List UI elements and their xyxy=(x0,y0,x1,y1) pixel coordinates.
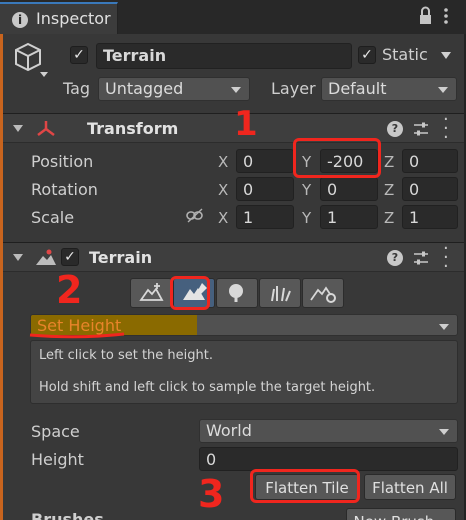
transform-icon xyxy=(37,121,55,136)
paint-details-button[interactable] xyxy=(259,278,301,308)
active-checkbox[interactable]: ✓ xyxy=(70,46,88,64)
tab-label: Inspector xyxy=(36,9,111,28)
terrain-settings-icon xyxy=(310,286,336,303)
chevron-down-icon xyxy=(439,429,449,435)
preset-icon[interactable] xyxy=(413,250,429,266)
transform-title: Transform xyxy=(87,119,179,138)
position-z-field[interactable]: 0 xyxy=(402,149,458,173)
annotation-number-2: 2 xyxy=(56,268,83,312)
rotation-x-field[interactable]: 0 xyxy=(236,177,294,201)
tab-bar: i Inspector xyxy=(0,0,466,34)
terrain-component-icon xyxy=(36,249,56,265)
new-brush-button[interactable]: New Brush... xyxy=(346,508,456,520)
height-field[interactable]: 0 xyxy=(199,447,458,471)
scale-x-label: X xyxy=(218,209,229,227)
selection-stripe xyxy=(0,34,3,520)
chevron-down-icon xyxy=(438,87,448,93)
annotation-underline xyxy=(29,332,125,339)
scale-z-field[interactable]: 1 xyxy=(402,205,458,229)
tab-inspector[interactable]: i Inspector xyxy=(0,2,118,34)
terrain-enabled-checkbox[interactable]: ✓ xyxy=(61,248,79,266)
grass-icon xyxy=(271,286,291,302)
component-menu-icon[interactable]: · · · xyxy=(443,240,449,276)
space-value: World xyxy=(206,421,252,440)
rotation-y-label: Y xyxy=(302,181,312,199)
create-neighbor-terrains-button[interactable] xyxy=(130,278,172,308)
rotation-label: Rotation xyxy=(31,180,98,199)
position-x-label: X xyxy=(218,153,229,171)
terrain-settings-button[interactable] xyxy=(302,278,344,308)
chevron-down-icon xyxy=(231,87,241,93)
annotation-box-flatten-tile xyxy=(250,469,360,503)
tree-icon xyxy=(229,284,243,302)
component-menu-icon[interactable]: · · · xyxy=(443,111,449,147)
info-icon: i xyxy=(12,12,28,28)
tag-label: Tag xyxy=(63,79,91,98)
link-icon[interactable] xyxy=(186,208,204,224)
brushes-label: Brushes xyxy=(31,510,104,520)
terrain-add-icon xyxy=(139,283,164,301)
preset-icon[interactable] xyxy=(413,121,429,137)
help-line-2: Hold shift and left click to sample the … xyxy=(39,380,376,395)
gameobject-cube-icon[interactable] xyxy=(14,40,52,84)
rotation-x-label: X xyxy=(218,181,229,199)
rotation-z-label: Z xyxy=(384,181,395,199)
tool-help-box: Left click to set the height. Hold shift… xyxy=(30,340,458,404)
annotation-number-1: 1 xyxy=(234,104,258,144)
rotation-y-field[interactable]: 0 xyxy=(320,177,378,201)
position-x-field[interactable]: 0 xyxy=(236,149,294,173)
chevron-down-icon xyxy=(439,324,449,330)
static-dropdown-arrow[interactable] xyxy=(441,52,451,59)
layer-value: Default xyxy=(328,79,387,98)
scale-label: Scale xyxy=(31,208,75,227)
terrain-title: Terrain xyxy=(89,248,153,267)
help-icon[interactable]: ? xyxy=(387,250,403,266)
object-name-field[interactable]: Terrain xyxy=(96,43,352,69)
annotation-box-position-y xyxy=(293,138,381,178)
space-label: Space xyxy=(31,422,80,441)
lock-icon[interactable] xyxy=(418,6,458,26)
position-label: Position xyxy=(31,152,94,171)
scale-y-label: Y xyxy=(302,209,312,227)
scale-z-label: Z xyxy=(384,209,395,227)
scale-x-field[interactable]: 1 xyxy=(236,205,294,229)
position-z-label: Z xyxy=(384,153,395,171)
layer-dropdown[interactable]: Default xyxy=(321,77,457,101)
layer-label: Layer xyxy=(271,79,316,98)
tag-value: Untagged xyxy=(105,79,184,98)
height-label: Height xyxy=(31,450,84,469)
annotation-number-3: 3 xyxy=(198,472,225,516)
paint-trees-button[interactable] xyxy=(216,278,258,308)
help-line-1: Left click to set the height. xyxy=(39,348,213,363)
rotation-z-field[interactable]: 0 xyxy=(402,177,458,201)
space-dropdown[interactable]: World xyxy=(199,419,458,443)
foldout-arrow-icon[interactable] xyxy=(13,125,23,132)
flatten-all-button[interactable]: Flatten All xyxy=(364,474,456,500)
help-icon[interactable]: ? xyxy=(387,121,403,137)
static-checkbox[interactable]: ✓ xyxy=(358,46,376,64)
annotation-box-paint-tool xyxy=(170,276,210,310)
tag-dropdown[interactable]: Untagged xyxy=(98,77,250,101)
scale-y-field[interactable]: 1 xyxy=(320,205,378,229)
tab-menu-icons[interactable] xyxy=(418,6,458,30)
foldout-arrow-icon[interactable] xyxy=(13,254,23,261)
static-label: Static xyxy=(382,45,428,64)
